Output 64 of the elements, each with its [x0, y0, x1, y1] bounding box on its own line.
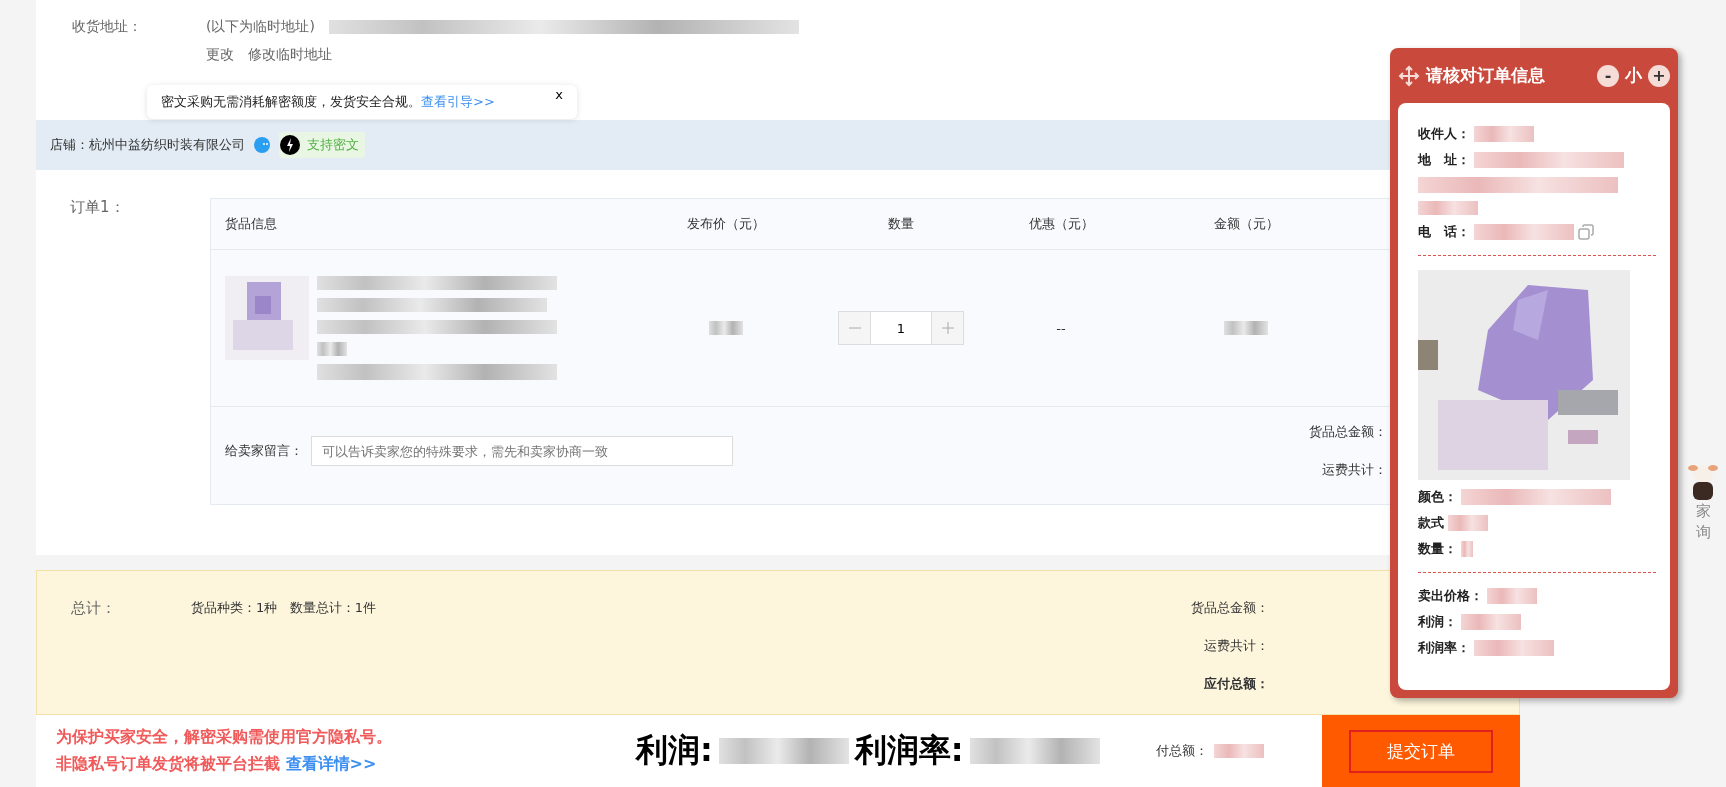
field-label: 卖出价格：	[1418, 587, 1483, 605]
blurred-text	[1224, 321, 1268, 335]
field-label: 收货地址：	[72, 18, 142, 36]
summary-label: 货品总金额：	[1191, 599, 1269, 617]
discount-value: --	[1056, 320, 1066, 336]
tooltip-text: 密文采购无需消耗解密额度，发货安全合规。查看引导>>	[161, 93, 495, 111]
field-label: 利润率：	[1418, 639, 1470, 657]
widget-text[interactable]: 家	[1695, 502, 1711, 521]
panel-title: 请核对订单信息	[1426, 64, 1546, 87]
warning-text: 为保护买家安全，解密采购需使用官方隐私号。	[56, 727, 393, 748]
copy-icon[interactable]	[1578, 224, 1594, 240]
enlarge-button[interactable]: +	[1648, 64, 1670, 87]
blurred-text	[709, 321, 743, 335]
column-header: 数量	[887, 215, 915, 233]
blurred-text	[1418, 201, 1478, 215]
field-label: 颜色：	[1418, 488, 1457, 506]
summary-label: 运费共计：	[1322, 461, 1387, 479]
details-link[interactable]: 查看详情>>	[285, 754, 377, 773]
column-header: 发布价（元）	[686, 215, 766, 233]
shop-name: 店铺：杭州中益纺织时装有限公司	[50, 136, 245, 154]
summary-label: 货品总金额：	[1309, 423, 1387, 441]
blurred-text	[1487, 588, 1537, 604]
column-header: 金额（元）	[1212, 215, 1280, 233]
blurred-text	[1214, 744, 1264, 758]
message-label: 给卖家留言：	[225, 442, 303, 460]
message-field[interactable]: 可以告诉卖家您的特殊要求，需先和卖家协商一致	[311, 436, 733, 466]
plus-button[interactable]	[931, 311, 964, 345]
payable-label: 应付总额：	[1204, 675, 1269, 693]
profit-rate-label: 利润率:	[854, 730, 964, 771]
close-button[interactable]: x	[555, 87, 563, 102]
guide-link[interactable]: 查看引导>>	[421, 94, 495, 109]
blurred-text	[317, 342, 347, 356]
warning-text: 非隐私号订单发货将被平台拦截 查看详情>>	[56, 754, 378, 775]
blurred-text	[1461, 541, 1473, 557]
payable-label: 付总额：	[1156, 742, 1208, 760]
field-label: 电 话：	[1418, 223, 1470, 241]
quantity-field[interactable]: 1	[871, 311, 931, 345]
minus-button[interactable]	[838, 311, 871, 345]
address-link[interactable]: 修改临时地址	[248, 46, 332, 64]
move-icon[interactable]	[1398, 64, 1420, 87]
plus-icon	[940, 321, 955, 335]
field-label: 利润：	[1418, 613, 1457, 631]
field-label: 款式	[1418, 514, 1444, 532]
address-link[interactable]: 更改	[206, 46, 234, 64]
field-label: 数量：	[1418, 540, 1457, 558]
blurred-text	[1461, 614, 1521, 630]
order-label: 订单1：	[70, 198, 126, 218]
item-counts: 货品种类：1种 数量总计：1件	[191, 599, 376, 617]
cipher-support-label: 支持密文	[306, 136, 360, 154]
lightning-icon	[279, 134, 301, 156]
summary-label: 运费共计：	[1204, 637, 1269, 655]
profit-label: 利润:	[636, 730, 713, 771]
blurred-text	[1474, 126, 1534, 142]
chat-bubble-icon[interactable]	[253, 136, 271, 154]
field-label: 地 址：	[1418, 151, 1470, 169]
column-header: 货品信息	[224, 215, 278, 233]
shrink-button[interactable]: -	[1597, 64, 1619, 87]
column-header: 优惠（元）	[1027, 215, 1095, 233]
widget-text[interactable]: 询	[1695, 523, 1711, 542]
total-label: 总计：	[71, 599, 117, 619]
address-note: (以下为临时地址)	[206, 18, 315, 36]
blurred-text	[1448, 515, 1488, 531]
field-label: 收件人：	[1418, 125, 1470, 143]
size-button[interactable]: 小	[1625, 64, 1642, 87]
